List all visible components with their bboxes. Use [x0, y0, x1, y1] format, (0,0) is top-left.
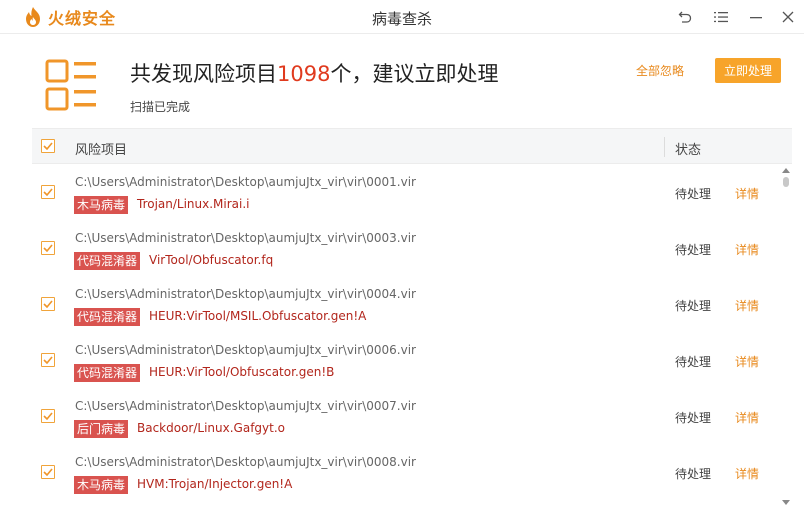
checkmark-icon — [43, 188, 53, 196]
scroll-up-icon[interactable] — [780, 165, 792, 175]
checkmark-icon — [43, 244, 53, 252]
checkmark-icon — [43, 356, 53, 364]
table-row: C:\Users\Administrator\Desktop\aumjuJtx_… — [32, 389, 778, 445]
threat-type-tag: 木马病毒 — [74, 196, 129, 214]
flame-icon — [26, 7, 40, 27]
summary-prefix: 共发现风险项目 — [130, 62, 277, 86]
file-path: C:\Users\Administrator\Desktop\aumjuJtx_… — [75, 399, 416, 413]
threat-type-tag: 木马病毒 — [74, 476, 129, 494]
virus-name: Trojan/Linux.Mirai.i — [137, 197, 250, 211]
threat-type-tag: 代码混淆器 — [74, 364, 141, 382]
row-checkbox[interactable] — [41, 185, 55, 199]
detail-link[interactable]: 详情 — [735, 185, 759, 202]
file-path: C:\Users\Administrator\Desktop\aumjuJtx_… — [75, 287, 416, 301]
column-header-risk-item: 风险项目 — [75, 143, 128, 158]
table-row: C:\Users\Administrator\Desktop\aumjuJtx_… — [32, 165, 778, 221]
row-checkbox[interactable] — [41, 353, 55, 367]
row-checkbox[interactable] — [41, 465, 55, 479]
app-logo: 火绒安全 — [24, 6, 116, 28]
threat-type-tag: 代码混淆器 — [74, 308, 141, 326]
row-status: 待处理 — [675, 411, 712, 425]
scroll-thumb[interactable] — [783, 177, 789, 187]
detail-link[interactable]: 详情 — [735, 409, 759, 426]
virus-name: Backdoor/Linux.Gafgyt.o — [137, 421, 286, 435]
close-icon[interactable] — [776, 5, 800, 29]
summary-suffix: 个，建议立即处理 — [330, 62, 499, 86]
risk-list: C:\Users\Administrator\Desktop\aumjuJtx_… — [32, 165, 778, 503]
row-checkbox[interactable] — [41, 241, 55, 255]
select-all-checkbox[interactable] — [41, 139, 55, 153]
row-status: 待处理 — [675, 243, 712, 257]
threat-type-tag: 代码混淆器 — [74, 252, 141, 270]
row-status: 待处理 — [675, 187, 712, 201]
column-divider — [664, 137, 665, 157]
checkmark-icon — [43, 300, 53, 308]
virus-name: HEUR:VirTool/Obfuscator.gen!B — [149, 365, 335, 379]
ignore-all-link[interactable]: 全部忽略 — [636, 62, 684, 79]
file-path: C:\Users\Administrator\Desktop\aumjuJtx_… — [75, 231, 416, 245]
table-row: C:\Users\Administrator\Desktop\aumjuJtx_… — [32, 221, 778, 277]
summary-headline: 共发现风险项目1098个，建议立即处理 — [130, 58, 498, 88]
scrollbar[interactable] — [780, 165, 792, 507]
detail-link[interactable]: 详情 — [735, 241, 759, 258]
threat-type-tag: 后门病毒 — [74, 420, 129, 438]
row-status: 待处理 — [675, 467, 712, 481]
detail-link[interactable]: 详情 — [735, 353, 759, 370]
row-checkbox[interactable] — [41, 409, 55, 423]
detail-link[interactable]: 详情 — [735, 465, 759, 482]
file-path: C:\Users\Administrator\Desktop\aumjuJtx_… — [75, 343, 416, 357]
row-checkbox[interactable] — [41, 297, 55, 311]
scan-status: 扫描已完成 — [130, 100, 191, 114]
title-bar: 火绒安全 病毒查杀 — [0, 0, 804, 34]
virus-name: HEUR:VirTool/MSIL.Obfuscator.gen!A — [149, 309, 367, 323]
risk-count: 1098 — [277, 62, 331, 86]
table-row: C:\Users\Administrator\Desktop\aumjuJtx_… — [32, 333, 778, 389]
list-report-icon — [44, 58, 100, 114]
handle-now-button[interactable]: 立即处理 — [715, 58, 781, 83]
logo-text: 火绒安全 — [48, 9, 117, 28]
row-status: 待处理 — [675, 355, 712, 369]
checkmark-icon — [43, 468, 53, 476]
file-path: C:\Users\Administrator\Desktop\aumjuJtx_… — [75, 175, 416, 189]
virus-name: HVM:Trojan/Injector.gen!A — [137, 477, 293, 491]
menu-icon[interactable] — [709, 5, 733, 29]
checkmark-icon — [43, 412, 53, 420]
table-row: C:\Users\Administrator\Desktop\aumjuJtx_… — [32, 277, 778, 333]
row-status: 待处理 — [675, 299, 712, 313]
scroll-down-icon[interactable] — [780, 497, 792, 507]
footer-area — [0, 507, 804, 530]
table-row: C:\Users\Administrator\Desktop\aumjuJtx_… — [32, 445, 778, 501]
back-icon[interactable] — [673, 5, 697, 29]
file-path: C:\Users\Administrator\Desktop\aumjuJtx_… — [75, 455, 416, 469]
table-header: 风险项目 状态 — [32, 128, 792, 164]
detail-link[interactable]: 详情 — [735, 297, 759, 314]
minimize-icon[interactable] — [744, 5, 768, 29]
column-header-status: 状态 — [675, 143, 702, 158]
checkmark-icon — [43, 142, 53, 150]
virus-name: VirTool/Obfuscator.fq — [149, 253, 274, 267]
